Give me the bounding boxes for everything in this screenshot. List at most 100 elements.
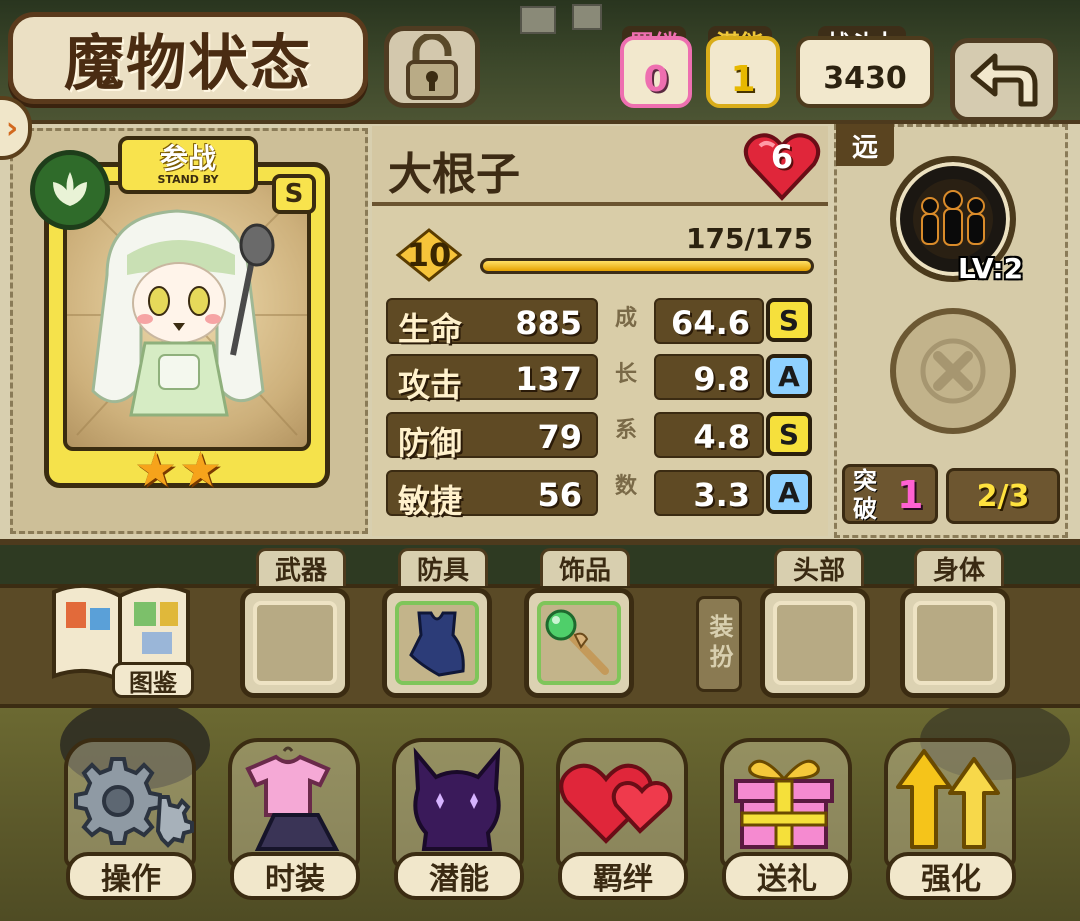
action-label-text: 潜能 bbox=[429, 862, 489, 897]
element-badge bbox=[30, 150, 110, 230]
exp-bar-fill bbox=[483, 261, 811, 271]
action-gift-label: 送礼 bbox=[722, 852, 852, 900]
action-operate-label: 操作 bbox=[66, 852, 196, 900]
action-icon-wrap bbox=[390, 740, 524, 860]
return-arrow-icon bbox=[970, 53, 1038, 107]
growth-value: 64.6 bbox=[671, 304, 750, 342]
armor-slot-inner bbox=[395, 601, 479, 685]
action-label-text: 羁绊 bbox=[593, 862, 653, 897]
accessory-slot[interactable] bbox=[524, 588, 634, 698]
standby-sublabel: STAND BY bbox=[157, 172, 219, 186]
body-slot[interactable] bbox=[900, 588, 1010, 698]
armor-slot[interactable] bbox=[382, 588, 492, 698]
stat-label: 防御 bbox=[398, 424, 463, 462]
empty-skill-slot[interactable] bbox=[890, 308, 1016, 434]
hearts-icon bbox=[559, 763, 673, 844]
monster-name: 大根子 bbox=[388, 149, 520, 200]
background-sign bbox=[520, 6, 556, 34]
grade-value: S bbox=[778, 417, 800, 451]
star-icon: ★ bbox=[179, 442, 223, 498]
dressup-label-text: 装扮 bbox=[705, 614, 734, 674]
monster-character-image bbox=[67, 194, 307, 436]
growth-label-char: 成 bbox=[614, 305, 637, 331]
standby-badge: 参战 STAND BY bbox=[118, 136, 258, 194]
stat-label: 生命 bbox=[398, 310, 463, 348]
body-slot-label-text: 身体 bbox=[932, 556, 985, 586]
outfit-icon bbox=[245, 746, 340, 851]
action-label-text: 送礼 bbox=[757, 862, 817, 897]
head-slot-label-text: 头部 bbox=[792, 556, 845, 586]
head-slot[interactable] bbox=[760, 588, 870, 698]
rank-badge: S bbox=[272, 174, 316, 214]
gift-icon bbox=[734, 759, 834, 849]
potential-value: 1 bbox=[730, 58, 756, 100]
close-x-icon bbox=[920, 338, 986, 404]
stat-row-defense: 防御 79 bbox=[386, 412, 598, 462]
armor-slot-label-text: 防具 bbox=[416, 556, 469, 586]
lock-button[interactable] bbox=[384, 26, 480, 108]
breakthrough-progress-value: 2/3 bbox=[976, 478, 1030, 514]
skill-level: LV:2 bbox=[958, 252, 1024, 285]
combat-power-value: 3430 bbox=[823, 60, 907, 96]
grade-badge: S bbox=[766, 412, 812, 456]
action-label-text: 时装 bbox=[265, 862, 325, 897]
kendama-icon bbox=[545, 609, 609, 675]
page-title: 魔物状态 bbox=[64, 28, 312, 99]
grade-badge: A bbox=[766, 470, 812, 514]
padlock-icon bbox=[406, 34, 458, 100]
growth-row-defense: 4.8 bbox=[654, 412, 764, 458]
body-slot-inner bbox=[913, 601, 997, 685]
growth-label-char: 数 bbox=[614, 473, 637, 499]
weapon-slot[interactable] bbox=[240, 588, 350, 698]
action-bond-label: 羁绊 bbox=[558, 852, 688, 900]
stat-value: 56 bbox=[537, 476, 582, 514]
star-rating: ★ ★ bbox=[134, 446, 222, 494]
action-icon-wrap bbox=[718, 740, 852, 860]
action-enhance-label: 强化 bbox=[886, 852, 1016, 900]
stat-label: 攻击 bbox=[398, 366, 463, 404]
breakthrough-progress: 2/3 bbox=[946, 468, 1060, 524]
monster-portrait bbox=[63, 181, 311, 451]
dressup-label: 装扮 bbox=[696, 596, 742, 692]
level-value: 10 bbox=[406, 236, 452, 274]
action-costume-label: 时装 bbox=[230, 852, 360, 900]
stat-row-attack: 攻击 137 bbox=[386, 354, 598, 404]
breakthrough-count: 1 bbox=[897, 473, 924, 517]
stat-label: 敏捷 bbox=[398, 482, 463, 520]
bond-value-box: 0 bbox=[620, 36, 692, 108]
growth-value: 9.8 bbox=[693, 360, 750, 398]
level-badge: 10 bbox=[392, 226, 466, 284]
grade-value: S bbox=[778, 303, 800, 337]
breakthrough-label: 突破 bbox=[853, 466, 877, 523]
grade-badge: S bbox=[766, 298, 812, 342]
chevron-right-icon: › bbox=[5, 110, 19, 146]
affection-value: 6 bbox=[770, 138, 794, 176]
leaf-icon bbox=[53, 172, 87, 206]
potential-value-box: 1 bbox=[706, 36, 780, 108]
growth-value: 4.8 bbox=[693, 418, 750, 456]
stat-value: 137 bbox=[515, 360, 582, 398]
body-slot-label: 身体 bbox=[914, 548, 1004, 586]
bond-value: 0 bbox=[643, 58, 669, 100]
back-button[interactable] bbox=[950, 38, 1058, 122]
upgrade-arrows-icon bbox=[896, 749, 1000, 849]
grade-badge: A bbox=[766, 354, 812, 398]
growth-row-attack: 9.8 bbox=[654, 354, 764, 400]
star-icon: ★ bbox=[134, 442, 178, 498]
action-potential-label: 潜能 bbox=[394, 852, 524, 900]
background-sign bbox=[572, 4, 602, 30]
title-plate: 魔物状态 bbox=[8, 12, 368, 104]
growth-label-char: 长 bbox=[614, 361, 637, 387]
growth-row-hp: 64.6 bbox=[654, 298, 764, 344]
action-label-text: 强化 bbox=[921, 862, 981, 897]
stat-row-hp: 生命 885 bbox=[386, 298, 598, 348]
action-icon-wrap bbox=[554, 740, 688, 860]
armor-slot-label: 防具 bbox=[398, 548, 488, 586]
stat-row-agility: 敏捷 56 bbox=[386, 470, 598, 520]
head-slot-inner bbox=[773, 601, 857, 685]
growth-row-agility: 3.3 bbox=[654, 470, 764, 516]
growth-label-char: 系 bbox=[614, 417, 637, 443]
growth-coefficient-label: 成 长 系 数 bbox=[612, 300, 640, 500]
accessory-slot-label: 饰品 bbox=[540, 548, 630, 586]
weapon-slot-label-text: 武器 bbox=[274, 556, 327, 586]
